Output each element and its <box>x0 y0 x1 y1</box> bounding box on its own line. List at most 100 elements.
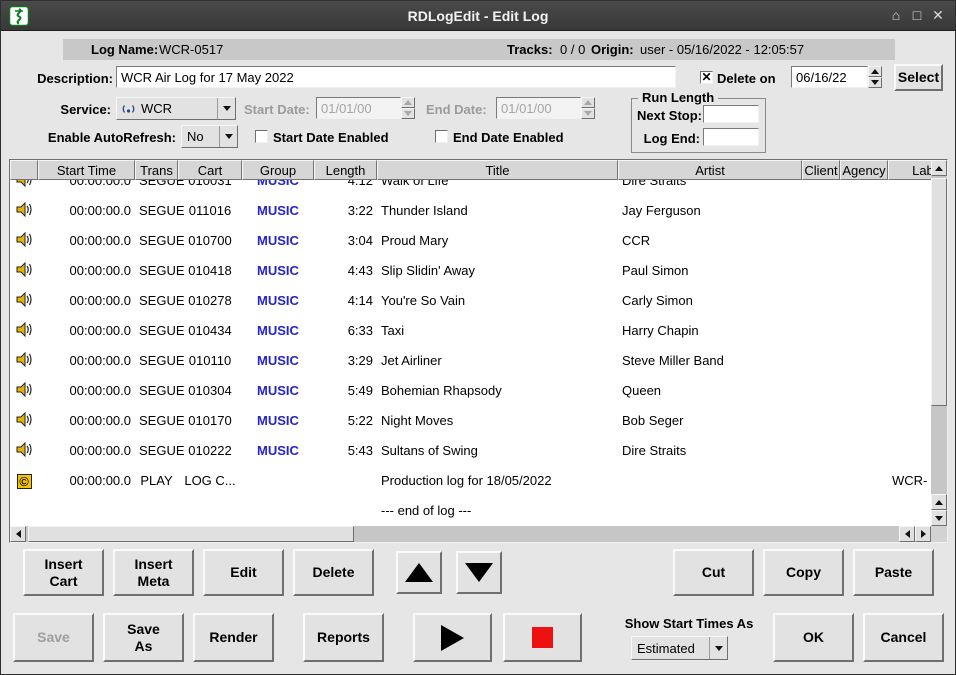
insert-cart-button[interactable]: Insert Cart <box>23 549 104 596</box>
render-button[interactable]: Render <box>193 613 274 662</box>
log-row[interactable]: 00:00:00.0SEGUE010700MUSIC3:04Proud Mary… <box>10 226 931 256</box>
start-date-enabled-checkbox[interactable] <box>255 130 268 143</box>
move-up-button[interactable] <box>396 551 442 594</box>
cell-trans: SEGUE <box>135 196 178 226</box>
service-combobox[interactable]: WCR <box>116 97 236 120</box>
delete-date-input[interactable] <box>791 66 868 88</box>
show-start-times-value: Estimated <box>632 641 709 656</box>
scroll-left-icon[interactable] <box>10 526 26 542</box>
ok-button[interactable]: OK <box>773 613 854 662</box>
start-date-spinbox <box>316 97 415 119</box>
scroll-down-icon[interactable] <box>931 510 947 526</box>
chevron-down-icon[interactable] <box>217 98 235 119</box>
up-arrow-icon <box>405 563 433 582</box>
select-button[interactable]: Select <box>894 64 943 91</box>
table-body[interactable]: 00:00:00.0SEGUE010031MUSIC4:12Walk of Li… <box>10 180 931 526</box>
edit-button[interactable]: Edit <box>203 549 284 596</box>
reports-button[interactable]: Reports <box>303 613 384 662</box>
v-scrollbar[interactable] <box>931 160 947 526</box>
column-header-length[interactable]: Length <box>314 160 377 180</box>
description-input[interactable] <box>116 66 676 88</box>
log-row[interactable]: 00:00:00.0SEGUE010222MUSIC5:43Sultans of… <box>10 436 931 466</box>
close-icon[interactable]: ✕ <box>929 7 947 24</box>
delete-on-checkbox[interactable] <box>700 71 713 84</box>
log-row[interactable]: 00:00:00.0SEGUE010031MUSIC4:12Walk of Li… <box>10 180 931 196</box>
column-header-client[interactable]: Client <box>802 160 840 180</box>
end-date-enabled-checkbox[interactable] <box>435 130 448 143</box>
cell-icon <box>10 322 38 340</box>
column-header-agency[interactable]: Agency <box>840 160 888 180</box>
cell-group: MUSIC <box>242 406 314 436</box>
chevron-down-icon[interactable] <box>219 126 237 147</box>
cell-start-time: 00:00:00.0 <box>38 226 135 256</box>
log-row[interactable]: 00:00:00.0SEGUE011016MUSIC3:22Thunder Is… <box>10 196 931 226</box>
v-scrollbar-thumb[interactable] <box>931 178 947 406</box>
speaker-icon <box>16 412 33 430</box>
table-body-inner: 00:00:00.0SEGUE010031MUSIC4:12Walk of Li… <box>10 180 931 526</box>
log-row[interactable]: 00:00:00.0SEGUE010434MUSIC6:33TaxiHarry … <box>10 316 931 346</box>
column-header-group[interactable]: Group <box>242 160 314 180</box>
log-end-input[interactable] <box>703 128 759 146</box>
tracks-label: Tracks: <box>507 42 553 57</box>
cell-title: Production log for 18/05/2022 <box>377 466 618 496</box>
cell-start-time: 00:00:00.0 <box>38 196 135 226</box>
cell-title: Night Moves <box>377 406 618 436</box>
cancel-button[interactable]: Cancel <box>863 613 944 662</box>
scroll-up-icon[interactable] <box>931 160 947 176</box>
log-row[interactable]: 00:00:00.0SEGUE010418MUSIC4:43Slip Slidi… <box>10 256 931 286</box>
run-length-groupbox: Run Length Next Stop: Log End: <box>631 98 766 153</box>
spin-down-icon[interactable] <box>868 77 882 88</box>
cell-icon <box>10 382 38 400</box>
next-stop-input[interactable] <box>703 105 759 123</box>
cell-trans: SEGUE <box>135 346 178 376</box>
cut-button[interactable]: Cut <box>673 549 754 596</box>
shade-icon[interactable]: ⌂ <box>887 7 905 23</box>
log-row[interactable]: 00:00:00.0SEGUE010110MUSIC3:29Jet Airlin… <box>10 346 931 376</box>
scroll-up-icon[interactable] <box>931 494 947 510</box>
log-row[interactable]: 00:00:00.0SEGUE010278MUSIC4:14You're So … <box>10 286 931 316</box>
cell-trans: SEGUE <box>135 406 178 436</box>
column-header-start-time[interactable]: Start Time <box>38 160 135 180</box>
move-down-button[interactable] <box>456 551 502 594</box>
column-header-label[interactable]: Label <box>888 160 931 180</box>
delete-date-spinbox[interactable] <box>791 66 882 88</box>
column-header-trans[interactable]: Trans <box>135 160 178 180</box>
origin-label: Origin: <box>591 42 634 57</box>
speaker-icon <box>16 442 33 460</box>
save-button: Save <box>13 613 94 662</box>
stop-button[interactable] <box>503 613 582 662</box>
chevron-down-icon[interactable] <box>709 637 727 659</box>
column-header-artist[interactable]: Artist <box>618 160 802 180</box>
insert-meta-button[interactable]: Insert Meta <box>113 549 194 596</box>
column-header-title[interactable]: Title <box>377 160 618 180</box>
titlebar[interactable]: RDLogEdit - Edit Log ⌂ □ ✕ <box>1 1 955 31</box>
next-stop-label: Next Stop: <box>637 108 700 123</box>
maximize-icon[interactable]: □ <box>908 7 926 23</box>
cell-artist: Carly Simon <box>618 286 802 316</box>
paste-button[interactable]: Paste <box>853 549 934 596</box>
log-row[interactable]: 00:00:00.0SEGUE010170MUSIC5:22Night Move… <box>10 406 931 436</box>
cell-start-time: 00:00:00.0 <box>38 286 135 316</box>
spin-up-icon[interactable] <box>868 66 882 77</box>
cell-start-time: 00:00:00.0 <box>38 316 135 346</box>
speaker-icon <box>16 292 33 310</box>
log-row-chain[interactable]: ©00:00:00.0PLAYLOG C...Production log fo… <box>10 466 931 496</box>
scroll-right-icon[interactable] <box>915 526 931 542</box>
h-scrollbar[interactable] <box>10 526 931 542</box>
end-date-label: End Date: <box>426 102 487 117</box>
end-of-log-row[interactable]: --- end of log --- <box>10 496 931 526</box>
speaker-icon <box>16 322 33 340</box>
column-header-icon[interactable] <box>10 160 38 180</box>
play-button[interactable] <box>413 613 492 662</box>
save-as-button[interactable]: Save As <box>103 613 184 662</box>
column-header-cart[interactable]: Cart <box>178 160 242 180</box>
scroll-left-icon[interactable] <box>899 526 915 542</box>
copy-button[interactable]: Copy <box>763 549 844 596</box>
cell-title: Proud Mary <box>377 226 618 256</box>
log-row[interactable]: 00:00:00.0SEGUE010304MUSIC5:49Bohemian R… <box>10 376 931 406</box>
delete-button[interactable]: Delete <box>293 549 374 596</box>
h-scrollbar-thumb[interactable] <box>28 526 354 542</box>
autorefresh-combobox[interactable]: No <box>181 125 238 148</box>
cell-group: MUSIC <box>242 316 314 346</box>
show-start-times-combobox[interactable]: Estimated <box>631 636 728 660</box>
